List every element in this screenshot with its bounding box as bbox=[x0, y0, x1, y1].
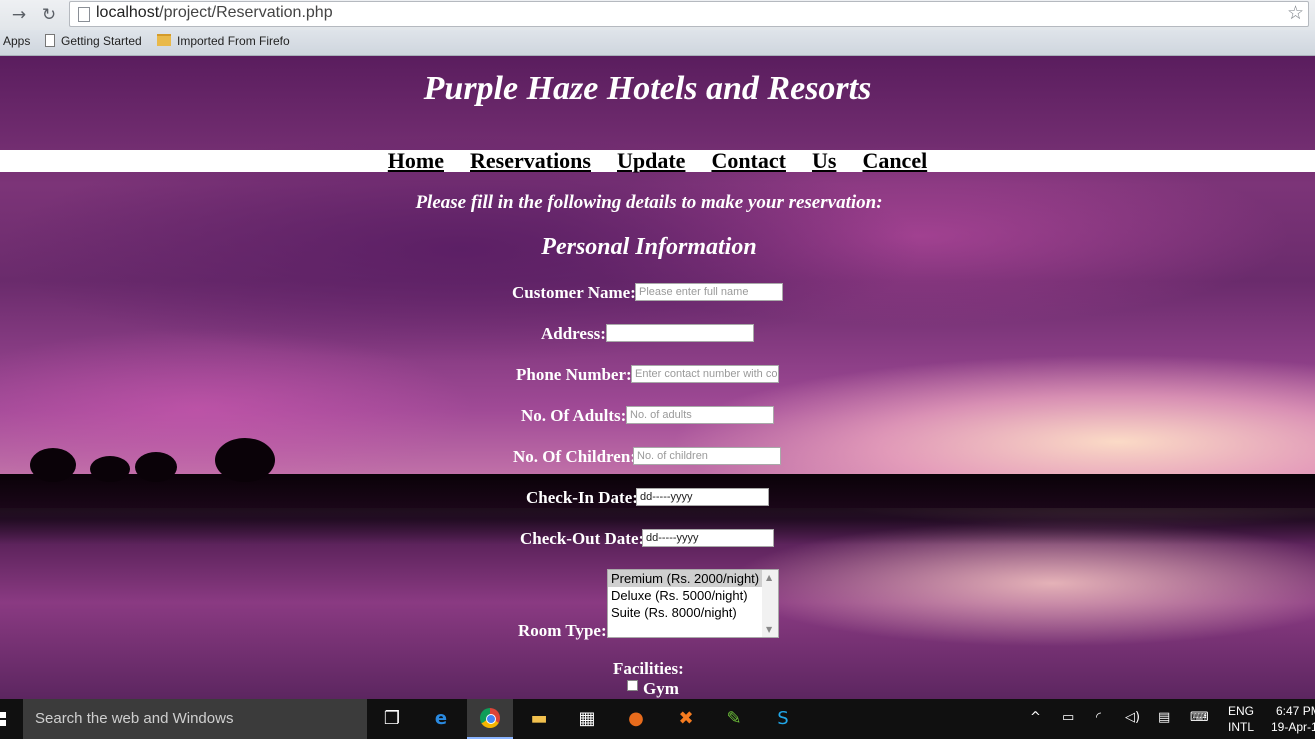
firefox-icon[interactable]: ● bbox=[621, 705, 651, 733]
url-text: localhost/project/Reservation.php bbox=[96, 4, 333, 21]
nav-home[interactable]: Home bbox=[388, 150, 444, 172]
chevron-up-icon[interactable]: ^ bbox=[1030, 710, 1041, 725]
nav-contact[interactable]: Contact bbox=[711, 150, 786, 172]
children-label: No. Of Children: bbox=[513, 447, 636, 466]
checkin-date-input[interactable]: dd-----yyyy bbox=[636, 488, 769, 506]
taskbar-search-placeholder: Search the web and Windows bbox=[35, 710, 234, 727]
skype-icon[interactable]: S bbox=[768, 705, 798, 733]
room-option-deluxe[interactable]: Deluxe (Rs. 5000/night) bbox=[608, 587, 763, 604]
gym-checkbox[interactable] bbox=[627, 680, 638, 691]
address-label: Address: bbox=[541, 324, 606, 343]
main-nav: Home Reservations Update Contact Us Canc… bbox=[0, 150, 1315, 172]
browser-toolbar: → ↻ localhost/project/Reservation.php ☆ bbox=[0, 0, 1315, 30]
battery-icon[interactable]: ▭ bbox=[1062, 710, 1074, 725]
bookmark-apps[interactable]: Apps bbox=[3, 34, 30, 48]
forward-arrow-icon[interactable]: → bbox=[8, 4, 30, 26]
chrome-icon[interactable] bbox=[467, 699, 513, 739]
keyboard-icon[interactable]: ⌨ bbox=[1190, 710, 1209, 725]
phone-label: Phone Number: bbox=[516, 365, 632, 384]
checkout-date-input[interactable]: dd-----yyyy bbox=[642, 529, 774, 547]
listbox-scrollbar[interactable]: ▲ ▼ bbox=[762, 570, 778, 637]
scroll-down-icon[interactable]: ▼ bbox=[766, 625, 772, 634]
checkout-label: Check-Out Date: bbox=[520, 529, 645, 548]
room-option-suite[interactable]: Suite (Rs. 8000/night) bbox=[608, 604, 763, 621]
adults-input[interactable]: No. of adults bbox=[626, 406, 774, 424]
document-icon bbox=[45, 34, 55, 47]
folder-icon bbox=[157, 34, 171, 46]
bookmark-imported-from-firefox[interactable]: Imported From Firefo bbox=[157, 34, 290, 48]
windows-logo-icon bbox=[0, 720, 6, 726]
scroll-up-icon[interactable]: ▲ bbox=[766, 573, 772, 582]
nav-update[interactable]: Update bbox=[617, 150, 685, 172]
nav-us[interactable]: Us bbox=[812, 150, 836, 172]
clock[interactable]: 6:47 PM 19-Apr-1 bbox=[1271, 703, 1315, 735]
task-view-icon[interactable]: ❐ bbox=[377, 705, 407, 733]
facilities-label: Facilities: bbox=[613, 659, 684, 678]
notepad-plus-icon[interactable]: ✎ bbox=[719, 705, 749, 733]
customer-name-label: Customer Name: bbox=[512, 283, 636, 302]
wifi-icon[interactable]: ◜ bbox=[1096, 710, 1101, 725]
clock-time: 6:47 PM bbox=[1276, 704, 1315, 718]
reload-icon[interactable]: ↻ bbox=[38, 4, 60, 26]
file-explorer-icon[interactable]: ▬ bbox=[524, 705, 554, 733]
bookmark-star-icon[interactable]: ☆ bbox=[1287, 2, 1304, 24]
start-button[interactable] bbox=[0, 699, 22, 739]
nav-cancel[interactable]: Cancel bbox=[862, 150, 927, 172]
bookmark-getting-started[interactable]: Getting Started bbox=[45, 34, 142, 48]
taskbar-search[interactable]: Search the web and Windows bbox=[23, 699, 367, 739]
keyboard-layout: INTL bbox=[1228, 720, 1255, 734]
children-input[interactable]: No. of children bbox=[633, 447, 781, 465]
xampp-icon[interactable]: ✖ bbox=[671, 705, 701, 733]
tree-silhouette bbox=[90, 456, 130, 482]
customer-name-input[interactable]: Please enter full name bbox=[635, 283, 783, 301]
edge-icon[interactable]: e bbox=[426, 705, 456, 733]
room-type-label: Room Type: bbox=[518, 621, 607, 640]
checkin-label: Check-In Date: bbox=[526, 488, 638, 507]
tree-silhouette bbox=[30, 448, 76, 482]
address-bar[interactable]: localhost/project/Reservation.php ☆ bbox=[69, 1, 1309, 27]
phone-input[interactable]: Enter contact number with co bbox=[631, 365, 779, 383]
notification-icon[interactable]: ▤ bbox=[1158, 710, 1170, 725]
tree-silhouette bbox=[135, 452, 177, 482]
room-option-premium[interactable]: Premium (Rs. 2000/night) bbox=[608, 570, 763, 587]
store-icon[interactable]: ▦ bbox=[572, 705, 602, 733]
address-input[interactable] bbox=[606, 324, 754, 342]
room-type-select[interactable]: Premium (Rs. 2000/night) Deluxe (Rs. 500… bbox=[607, 569, 779, 638]
page-icon bbox=[78, 7, 90, 22]
tree-silhouette bbox=[215, 438, 275, 482]
language-indicator[interactable]: ENG INTL bbox=[1228, 703, 1254, 735]
intro-text: Please fill in the following details to … bbox=[415, 192, 883, 213]
clock-date: 19-Apr-1 bbox=[1271, 720, 1315, 734]
volume-icon[interactable]: ◁) bbox=[1125, 710, 1140, 725]
section-title: Personal Information bbox=[541, 234, 757, 260]
windows-taskbar: Search the web and Windows ❐ e ▬ ▦ ● ✖ ✎… bbox=[0, 699, 1315, 739]
windows-logo-icon bbox=[0, 712, 6, 718]
gym-label: Gym bbox=[643, 679, 679, 698]
page-background: Purple Haze Hotels and Resorts Home Rese… bbox=[0, 56, 1315, 699]
nav-reservations[interactable]: Reservations bbox=[470, 150, 591, 172]
site-title: Purple Haze Hotels and Resorts bbox=[423, 70, 872, 107]
language-code: ENG bbox=[1228, 704, 1255, 718]
adults-label: No. Of Adults: bbox=[521, 406, 627, 425]
bookmarks-bar: Apps Getting Started Imported From Firef… bbox=[0, 30, 1315, 56]
